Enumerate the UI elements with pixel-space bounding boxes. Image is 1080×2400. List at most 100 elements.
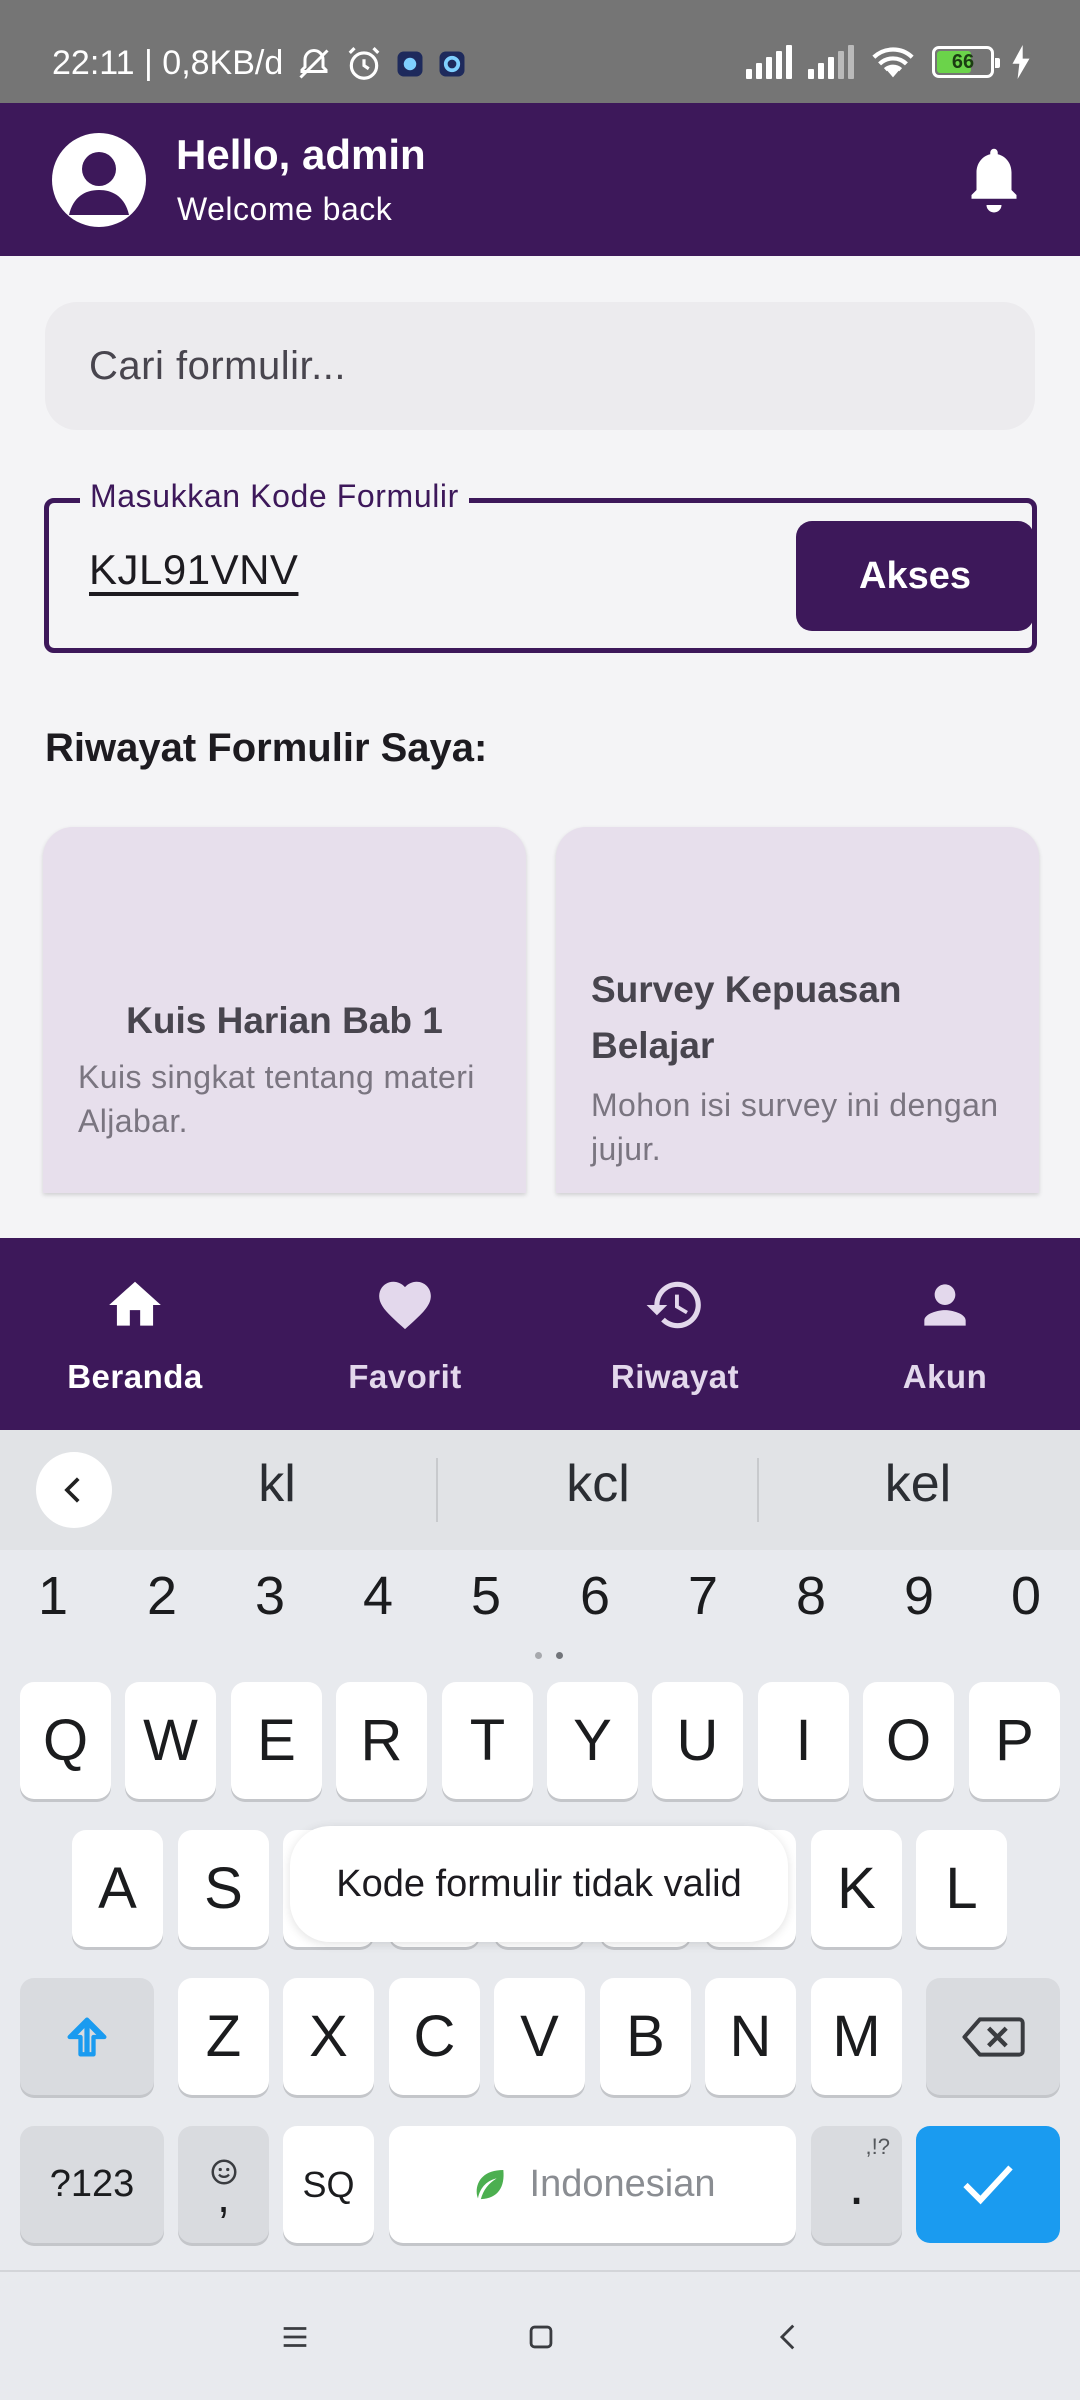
key-v[interactable]: V	[494, 1978, 585, 2095]
nav-item-akun[interactable]: Akun	[810, 1238, 1080, 1430]
form-code-value[interactable]: KJL91VNV	[89, 546, 298, 594]
number-row: 1 2 3 4 5 6 7 8 9 0	[0, 1565, 1080, 1645]
back-icon[interactable]	[772, 2320, 806, 2354]
avatar-icon[interactable]	[52, 133, 146, 227]
form-card-title: Kuis Harian Bab 1	[126, 1000, 443, 1041]
enter-key[interactable]	[916, 2126, 1060, 2243]
shift-key[interactable]	[20, 1978, 154, 2095]
home-button-icon[interactable]	[524, 2320, 558, 2354]
key-3[interactable]: 3	[230, 1565, 310, 1627]
chevron-left-icon	[64, 1477, 80, 1503]
greeting-text: Hello, admin	[176, 131, 426, 178]
form-card-title: Survey Kepuasan Belajar	[591, 969, 902, 1066]
space-label: Indonesian	[529, 2163, 716, 2205]
nav-item-favorit[interactable]: Favorit	[270, 1238, 540, 1430]
app-icon	[397, 51, 423, 76]
key-2[interactable]: 2	[122, 1565, 202, 1627]
key-9[interactable]: 9	[879, 1565, 959, 1627]
key-4[interactable]: 4	[338, 1565, 418, 1627]
key-y[interactable]: Y	[547, 1682, 638, 1799]
status-time: 22:11 | 0,8KB/d	[52, 44, 284, 82]
collapse-suggestions-button[interactable]	[36, 1452, 112, 1528]
key-u[interactable]: U	[652, 1682, 743, 1799]
app-icon	[439, 51, 465, 76]
suggestion-bar: kl kcl kel	[0, 1430, 1080, 1550]
nav-label: Favorit	[348, 1358, 462, 1395]
language-key[interactable]: SQ	[283, 2126, 374, 2243]
key-n[interactable]: N	[705, 1978, 796, 2095]
mute-icon	[299, 48, 329, 79]
page-indicator	[535, 1652, 563, 1659]
system-navigation-bar	[0, 2270, 1080, 2400]
key-m[interactable]: M	[811, 1978, 902, 2095]
suggestion-item[interactable]: kcl	[448, 1454, 748, 1514]
key-c[interactable]: C	[389, 1978, 480, 2095]
heart-icon	[379, 1281, 431, 1330]
nav-label: Riwayat	[610, 1358, 740, 1395]
bell-icon[interactable]	[964, 145, 1024, 215]
key-r[interactable]: R	[336, 1682, 427, 1799]
key-s[interactable]: S	[178, 1830, 269, 1947]
space-key[interactable]: Indonesian	[389, 2126, 796, 2243]
alarm-icon	[348, 46, 380, 80]
period-label: .	[848, 2152, 865, 2217]
nav-item-riwayat[interactable]: Riwayat	[540, 1238, 810, 1430]
home-icon	[109, 1281, 161, 1326]
key-z[interactable]: Z	[178, 1978, 269, 2095]
key-w[interactable]: W	[125, 1682, 216, 1799]
app-header: Hello, admin Welcome back	[0, 103, 1080, 256]
key-i[interactable]: I	[758, 1682, 849, 1799]
key-0[interactable]: 0	[986, 1565, 1066, 1627]
wifi-icon	[872, 47, 914, 78]
period-key[interactable]: ,!? .	[811, 2126, 902, 2243]
suggestion-divider	[757, 1458, 759, 1522]
status-bar: 22:11 | 0,8KB/d 66	[0, 0, 1080, 103]
key-x[interactable]: X	[283, 1978, 374, 2095]
comma-label: ,	[217, 2169, 230, 2222]
welcome-subtitle: Welcome back	[177, 191, 393, 227]
signal-icon	[808, 45, 854, 79]
form-card[interactable]: Kuis Harian Bab 1 Kuis singkat tentang m…	[43, 827, 526, 1193]
nav-label: Beranda	[67, 1358, 203, 1395]
key-8[interactable]: 8	[771, 1565, 851, 1627]
key-t[interactable]: T	[442, 1682, 533, 1799]
backspace-icon	[962, 2016, 1025, 2057]
nav-label: Akun	[902, 1358, 988, 1395]
key-o[interactable]: O	[863, 1682, 954, 1799]
form-card-description: Mohon isi survey ini dengan jujur.	[591, 1087, 999, 1167]
emoji-comma-key[interactable]: ,	[178, 2126, 269, 2243]
access-button[interactable]: Akses	[796, 521, 1034, 631]
person-icon	[924, 1284, 966, 1326]
search-placeholder: Cari formulir...	[89, 343, 346, 388]
history-section-title: Riwayat Formulir Saya:	[45, 726, 488, 770]
key-a[interactable]: A	[72, 1830, 163, 1947]
suggestion-divider	[436, 1458, 438, 1522]
menu-icon[interactable]	[278, 2320, 312, 2354]
key-q[interactable]: Q	[20, 1682, 111, 1799]
toast-message: Kode formulir tidak valid	[290, 1826, 788, 1942]
suggestion-item[interactable]: kl	[127, 1454, 427, 1514]
key-1[interactable]: 1	[13, 1565, 93, 1627]
key-l[interactable]: L	[916, 1830, 1007, 1947]
key-e[interactable]: E	[231, 1682, 322, 1799]
key-p[interactable]: P	[969, 1682, 1060, 1799]
key-b[interactable]: B	[600, 1978, 691, 2095]
charging-icon	[1012, 45, 1030, 79]
search-input[interactable]: Cari formulir...	[45, 302, 1035, 430]
history-icon	[646, 1281, 701, 1329]
backspace-key[interactable]	[926, 1978, 1060, 2095]
symbols-key[interactable]: ?123	[20, 2126, 164, 2243]
bottom-navigation: Beranda Favorit Riwayat Akun	[0, 1238, 1080, 1430]
leaf-icon	[476, 2169, 504, 2199]
battery-icon: 66	[932, 46, 1000, 78]
key-k[interactable]: K	[811, 1830, 902, 1947]
form-code-label: Masukkan Kode Formulir	[80, 478, 469, 515]
key-6[interactable]: 6	[555, 1565, 635, 1627]
key-5[interactable]: 5	[446, 1565, 526, 1627]
nav-item-beranda[interactable]: Beranda	[0, 1238, 270, 1430]
signal-icon	[746, 45, 792, 79]
suggestion-item[interactable]: kel	[768, 1454, 1068, 1514]
form-card[interactable]: Survey Kepuasan Belajar Mohon isi survey…	[556, 827, 1039, 1193]
period-hint: ,!?	[865, 2134, 890, 2159]
key-7[interactable]: 7	[663, 1565, 743, 1627]
